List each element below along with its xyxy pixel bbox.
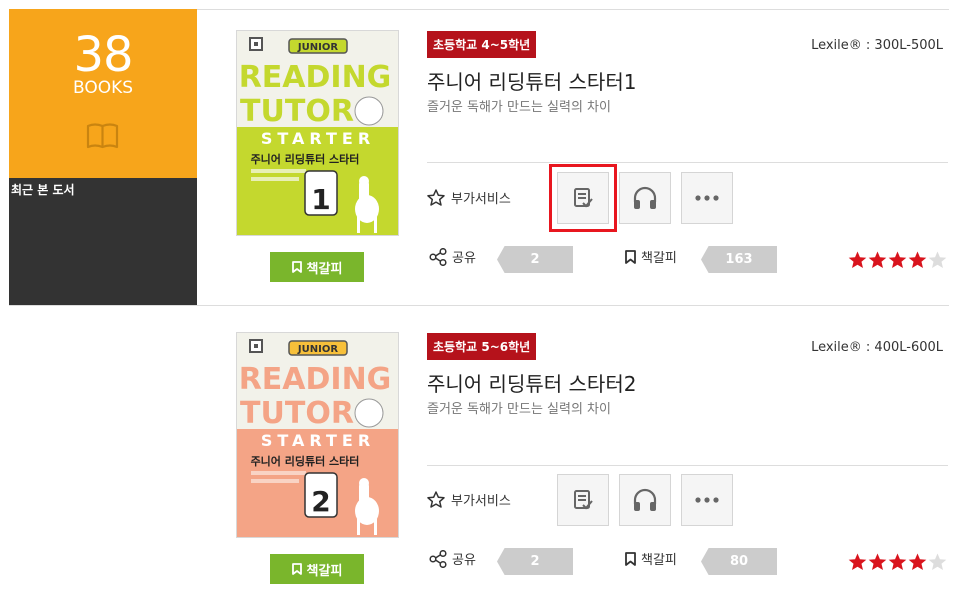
document-check-icon [574, 490, 593, 510]
bookmark-icon [625, 249, 636, 264]
lexile-range: Lexile® : 400L-600L [811, 340, 943, 355]
book-cover[interactable]: JUNIOR READING TUTOR STARTER 주니어 리딩튜터 스타… [236, 30, 399, 236]
headphones-icon [633, 186, 657, 209]
extra-service-label: 부가서비스 [451, 494, 511, 509]
document-check-icon [574, 188, 593, 208]
book-cover[interactable]: JUNIOR READING TUTOR STARTER 주니어 리딩튜터 스타… [236, 332, 399, 538]
star-filled-icon [848, 251, 867, 269]
book-title[interactable]: 주니어 리딩튜터 스타터1 [427, 66, 636, 95]
share-count: 2 [497, 548, 573, 575]
book-row: JUNIOR READING TUTOR STARTER 주니어 리딩튜터 스타… [0, 8, 967, 298]
cover-level: 1 [311, 183, 330, 216]
extra-service: 부가서비스 [427, 188, 511, 207]
star-filled-icon [888, 553, 907, 571]
bookmark-count: 163 [701, 246, 777, 273]
more-dots-icon [695, 497, 719, 503]
share-stat[interactable]: 공유 [429, 549, 476, 568]
audio-button[interactable] [619, 172, 671, 224]
cover-title-line1: READING [239, 60, 392, 95]
star-outline-icon [427, 491, 445, 508]
share-count: 2 [497, 246, 573, 273]
share-icon [429, 247, 447, 266]
share-stat[interactable]: 공유 [429, 247, 476, 266]
bookmark-icon [291, 261, 302, 273]
cover-korean-title: 주니어 리딩튜터 스타터 [251, 152, 360, 166]
more-button[interactable] [681, 474, 733, 526]
book-subtitle: 즐거운 독해가 만드는 실력의 차이 [427, 100, 611, 115]
share-label: 공유 [452, 251, 476, 266]
star-empty-icon [928, 251, 947, 269]
grade-badge: 초등학교 5~6학년 [427, 333, 537, 360]
share-label: 공유 [452, 553, 476, 568]
bookmark-stat[interactable]: 책갈피 [625, 247, 677, 266]
cover-badge: JUNIOR [297, 344, 338, 355]
bookmark-icon [625, 551, 636, 566]
star-filled-icon [848, 553, 867, 571]
star-filled-icon [908, 553, 927, 571]
star-filled-icon [868, 251, 887, 269]
extra-service: 부가서비스 [427, 490, 511, 509]
star-empty-icon [928, 553, 947, 571]
bookmark-icon [291, 563, 302, 575]
worksheet-button[interactable] [557, 172, 609, 224]
cover-badge: JUNIOR [297, 42, 338, 53]
cover-level: 2 [311, 485, 330, 518]
more-button[interactable] [681, 172, 733, 224]
star-filled-icon [868, 553, 887, 571]
headphones-icon [633, 488, 657, 511]
cover-title-line2: TUTOR [240, 396, 354, 431]
book-row: JUNIOR READING TUTOR STARTER 주니어 리딩튜터 스타… [0, 310, 967, 600]
rating-stars [848, 251, 947, 269]
bookmark-button-label: 책갈피 [306, 261, 343, 277]
cover-starter: STARTER [261, 431, 375, 450]
cover-title-line1: READING [239, 362, 392, 397]
cover-korean-title: 주니어 리딩튜터 스타터 [251, 454, 360, 468]
bookmark-label: 책갈피 [641, 553, 677, 568]
bookmark-button[interactable]: 책갈피 [270, 554, 364, 584]
bookmark-button[interactable]: 책갈피 [270, 252, 364, 282]
star-filled-icon [908, 251, 927, 269]
star-outline-icon [427, 189, 445, 206]
star-filled-icon [888, 251, 907, 269]
lexile-range: Lexile® : 300L-500L [811, 38, 943, 53]
more-dots-icon [695, 195, 719, 201]
bookmark-stat[interactable]: 책갈피 [625, 549, 677, 568]
cover-starter: STARTER [261, 129, 375, 148]
bookmark-label: 책갈피 [641, 251, 677, 266]
bookmark-button-label: 책갈피 [306, 563, 343, 579]
cover-title-line2: TUTOR [240, 94, 354, 129]
divider [9, 305, 949, 306]
rating-stars [848, 553, 947, 571]
extra-service-label: 부가서비스 [451, 192, 511, 207]
share-icon [429, 549, 447, 568]
audio-button[interactable] [619, 474, 671, 526]
grade-badge: 초등학교 4~5학년 [427, 31, 537, 58]
worksheet-button[interactable] [557, 474, 609, 526]
book-subtitle: 즐거운 독해가 만드는 실력의 차이 [427, 402, 611, 417]
book-title[interactable]: 주니어 리딩튜터 스타터2 [427, 368, 636, 397]
bookmark-count: 80 [701, 548, 777, 575]
